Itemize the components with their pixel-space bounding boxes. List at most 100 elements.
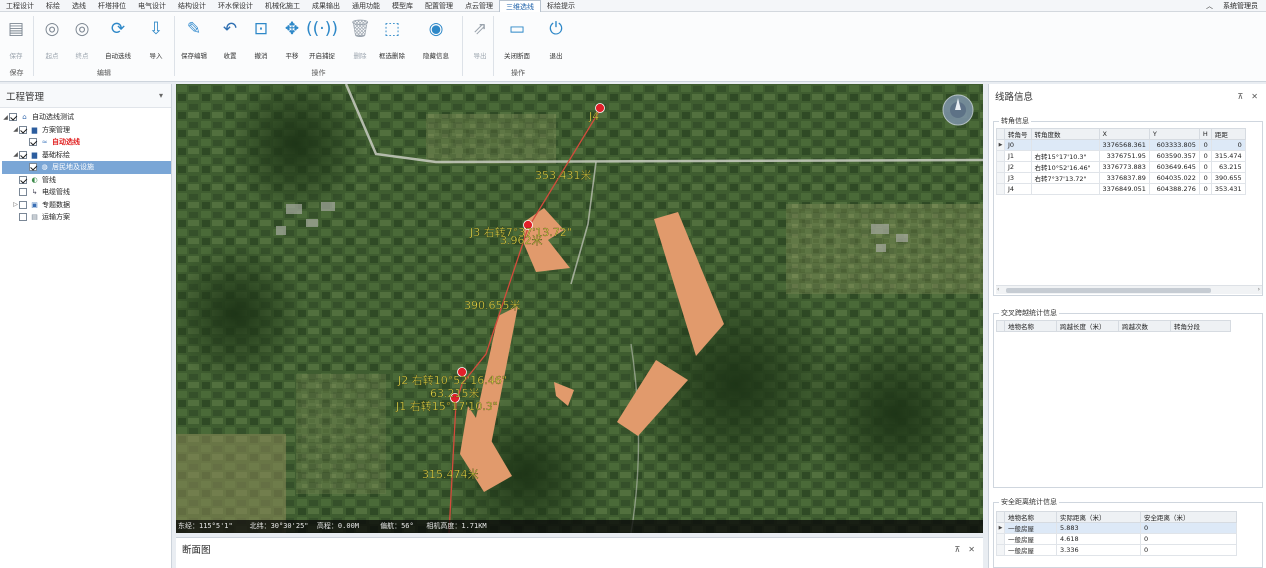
- close-icon[interactable]: ✕: [968, 545, 975, 554]
- table-cell[interactable]: 603649.645: [1148, 161, 1200, 173]
- tree-checkbox[interactable]: [9, 113, 17, 122]
- table-cell[interactable]: 右转15°17'10.3": [1030, 150, 1100, 162]
- column-header[interactable]: 转角号: [1004, 128, 1032, 140]
- table-cell[interactable]: 右转7°37'13.72": [1030, 172, 1100, 184]
- table-cell[interactable]: 5.883: [1056, 522, 1141, 534]
- menu-item[interactable]: 标绘: [40, 0, 66, 12]
- table-cell[interactable]: 604035.022: [1148, 172, 1200, 184]
- table-cell[interactable]: 一般房屋: [1004, 522, 1057, 534]
- menu-item[interactable]: 选线: [66, 0, 92, 12]
- snap-button[interactable]: ((·)) 开启捕捉: [306, 14, 338, 68]
- tree-checkbox[interactable]: [19, 125, 27, 134]
- menu-item[interactable]: 成果输出: [306, 0, 346, 12]
- hide-info-button[interactable]: ◉ 隐藏信息: [420, 14, 452, 68]
- table-cell[interactable]: 3.336: [1056, 544, 1141, 556]
- menu-item[interactable]: 点云管理: [459, 0, 499, 12]
- table-cell[interactable]: J2: [1004, 161, 1032, 173]
- tree-node[interactable]: ◐ 管线: [2, 174, 171, 187]
- end-point-button[interactable]: ◎ 终点: [66, 14, 98, 68]
- save-button[interactable]: ▤ 保存: [0, 14, 32, 68]
- tree-checkbox[interactable]: [19, 213, 27, 222]
- tree-node[interactable]: ▤ 运输方案: [2, 211, 171, 224]
- column-header[interactable]: 安全距离（米）: [1140, 511, 1237, 523]
- table-cell[interactable]: 603333.805: [1148, 139, 1200, 151]
- table-row[interactable]: ▶ J0 3376568.361 603333.805 0 0: [996, 139, 1246, 151]
- table-row[interactable]: 一般房屋 3.336 0: [996, 544, 1237, 556]
- column-header[interactable]: 地物名称: [1004, 511, 1057, 523]
- table-cell[interactable]: [1030, 183, 1100, 195]
- table-cell[interactable]: 0: [1198, 139, 1212, 151]
- auto-route-button[interactable]: ⟳ 自动选线: [102, 14, 134, 68]
- column-header[interactable]: H: [1198, 128, 1212, 140]
- column-header[interactable]: 转角度数: [1030, 128, 1100, 140]
- export-button[interactable]: ⇗ 导出: [464, 14, 496, 68]
- column-header[interactable]: 实际距离（米）: [1056, 511, 1141, 523]
- column-header[interactable]: Y: [1148, 128, 1200, 140]
- user-name[interactable]: 系统管理员: [1223, 1, 1258, 11]
- map-view[interactable]: J4 353.431米 J3 右转7°37'13.72" 3.962米 390.…: [176, 84, 983, 533]
- column-header[interactable]: 距距: [1210, 128, 1246, 140]
- expand-arrow-icon[interactable]: ◢: [12, 126, 19, 133]
- table-cell[interactable]: 0: [1198, 161, 1212, 173]
- table-cell[interactable]: 3376837.89: [1098, 172, 1150, 184]
- table-row[interactable]: J2 右转10°52'16.46" 3376773.883 603649.645 0 63…: [996, 161, 1246, 173]
- save-edit-button[interactable]: ✎ 保存编辑: [178, 14, 210, 68]
- menu-item[interactable]: 环水保设计: [212, 0, 259, 12]
- satellite-image[interactable]: J4 353.431米 J3 右转7°37'13.72" 3.962米 390.…: [176, 84, 983, 533]
- table-cell[interactable]: 390.655: [1210, 172, 1246, 184]
- box-select-delete-button[interactable]: ⬚ 框选删除: [376, 14, 408, 68]
- table-cell[interactable]: 3376773.883: [1098, 161, 1150, 173]
- table-cell[interactable]: 315.474: [1210, 150, 1246, 162]
- menu-item[interactable]: 杆塔排位: [92, 0, 132, 12]
- column-header[interactable]: 跨越长度（米）: [1056, 320, 1119, 332]
- expand-arrow-icon[interactable]: ◢: [2, 114, 9, 121]
- tree-checkbox[interactable]: [19, 150, 27, 159]
- close-icon[interactable]: ✕: [1251, 92, 1258, 101]
- expand-arrow-icon[interactable]: ▷: [12, 201, 19, 208]
- tree-node[interactable]: ↳ 电缆管线: [2, 186, 171, 199]
- table-cell[interactable]: 0: [1198, 172, 1212, 184]
- menu-item[interactable]: 电气设计: [132, 0, 172, 12]
- table-cell[interactable]: [1030, 139, 1100, 151]
- scroll-right-icon[interactable]: ›: [1258, 286, 1260, 293]
- scroll-left-icon[interactable]: ‹: [997, 286, 999, 293]
- menu-item[interactable]: 通用功能: [346, 0, 386, 12]
- table-cell[interactable]: J0: [1004, 139, 1032, 151]
- table-cell[interactable]: J1: [1004, 150, 1032, 162]
- table-cell[interactable]: 604388.276: [1148, 183, 1200, 195]
- table-cell[interactable]: 3376568.361: [1098, 139, 1150, 151]
- tree-node[interactable]: ◢ ⌂ 自动选线测试: [2, 111, 171, 124]
- pin-icon[interactable]: ⊼: [1237, 92, 1243, 101]
- table-cell[interactable]: 0: [1210, 139, 1246, 151]
- table-row[interactable]: 一般房屋 4.618 0: [996, 533, 1237, 545]
- pin-icon[interactable]: ▾: [159, 91, 163, 100]
- table-cell[interactable]: 4.618: [1056, 533, 1141, 545]
- tree-node[interactable]: ▷ ▣ 专题数据: [2, 199, 171, 212]
- start-point-button[interactable]: ◎ 起点: [36, 14, 68, 68]
- expand-arrow-icon[interactable]: ◢: [12, 151, 19, 158]
- menu-item[interactable]: 配置管理: [419, 0, 459, 12]
- tree-checkbox[interactable]: [19, 175, 27, 184]
- undo-arrow-button[interactable]: ↶ 收置: [214, 14, 246, 68]
- table-cell[interactable]: 0: [1140, 533, 1237, 545]
- power-button[interactable]: ⏻ 退出: [540, 14, 572, 68]
- column-header[interactable]: 转角分段: [1170, 320, 1231, 332]
- pin-icon[interactable]: ⊼: [954, 545, 960, 554]
- tree-node[interactable]: ◢ ▆ 基础标绘: [2, 149, 171, 162]
- menu-item[interactable]: 结构设计: [172, 0, 212, 12]
- table-cell[interactable]: J3: [1004, 172, 1032, 184]
- column-header[interactable]: 地物名称: [1004, 320, 1057, 332]
- table-cell[interactable]: 一般房屋: [1004, 544, 1057, 556]
- table-row[interactable]: ▶ 一般房屋 5.883 0: [996, 522, 1237, 534]
- tree-checkbox[interactable]: [29, 163, 37, 172]
- table-row[interactable]: J3 右转7°37'13.72" 3376837.89 604035.022 0 390.…: [996, 172, 1246, 184]
- menu-item[interactable]: 三维选线: [499, 0, 541, 12]
- move-button[interactable]: ✥ 平移: [276, 14, 308, 68]
- table-cell[interactable]: 0: [1198, 183, 1212, 195]
- tree-node[interactable]: ≈ 自动选线: [2, 136, 171, 149]
- compass-icon[interactable]: [942, 94, 974, 126]
- import-button[interactable]: ⇩ 导入: [140, 14, 172, 68]
- turn-table-scrollbar[interactable]: ‹ ›: [996, 285, 1262, 294]
- tree-checkbox[interactable]: [19, 200, 27, 209]
- column-header[interactable]: X: [1098, 128, 1150, 140]
